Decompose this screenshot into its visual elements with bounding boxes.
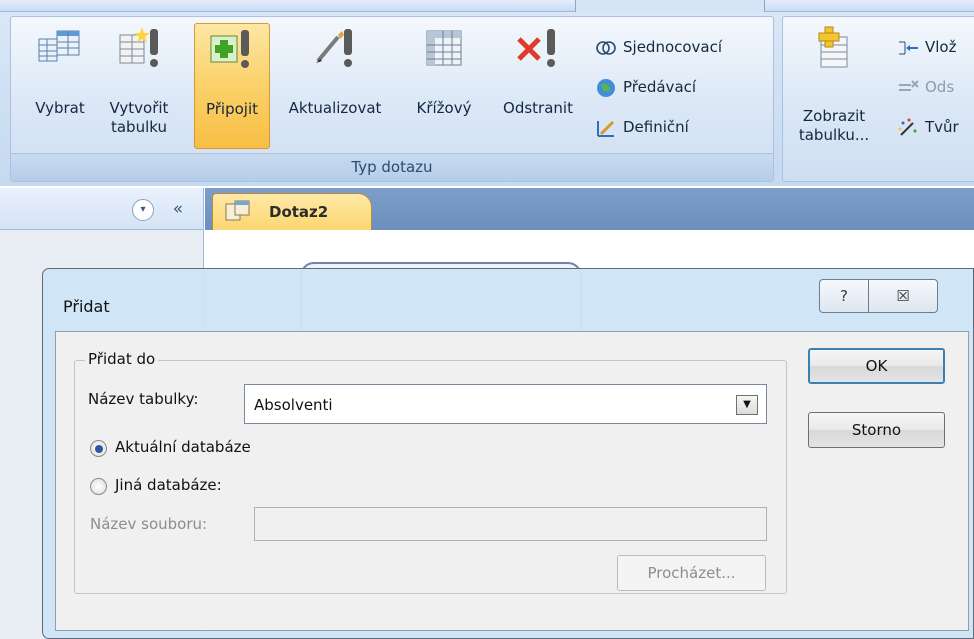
other-database-radio-dot[interactable] xyxy=(90,478,107,495)
passthrough-label: Předávací xyxy=(623,78,697,96)
make-table-query-label: Vytvořit tabulku xyxy=(103,99,175,137)
union-query-button[interactable]: Sjednocovací xyxy=(595,33,722,61)
ribbon-tab-strip xyxy=(0,0,974,12)
insert-rows-button[interactable]: Vlož xyxy=(897,33,956,61)
insert-rows-icon xyxy=(899,41,918,54)
delete-rows-button[interactable]: Ods xyxy=(897,73,954,101)
ribbon: Vybrat Vytvořit tabulku Připojit Aktuali… xyxy=(0,0,974,186)
query-tab-icon xyxy=(225,200,250,221)
make-table-label-line2: tabulku xyxy=(110,118,167,136)
crosstab-query-button[interactable]: Křížový xyxy=(401,23,487,143)
make-table-icon xyxy=(119,27,158,67)
current-database-radio-dot[interactable] xyxy=(90,440,107,457)
show-table-label: Zobrazit tabulku... xyxy=(791,107,877,145)
show-table-label-line2: tabulku... xyxy=(798,126,870,144)
show-table-icon xyxy=(818,26,848,68)
table-name-value: Absolventi xyxy=(254,396,333,414)
append-query-icon xyxy=(210,30,249,68)
tab-dotaz2[interactable]: Dotaz2 xyxy=(212,193,372,231)
passthrough-query-button[interactable]: Předávací xyxy=(595,73,696,101)
crosstab-query-icon xyxy=(426,30,462,66)
current-database-label: Aktuální databáze xyxy=(115,438,251,456)
nav-dropdown-icon[interactable]: ▾ xyxy=(132,199,154,221)
definition-query-button[interactable]: Definiční xyxy=(595,113,689,141)
append-to-legend: Přidat do xyxy=(85,350,159,368)
union-icon xyxy=(596,40,616,55)
show-table-label-line1: Zobrazit xyxy=(802,107,866,125)
select-query-button[interactable]: Vybrat xyxy=(21,23,99,143)
other-database-label: Jiná databáze: xyxy=(115,476,222,494)
help-icon[interactable]: ? xyxy=(819,279,869,313)
current-database-radio[interactable]: Aktuální databáze xyxy=(90,438,310,460)
file-name-field[interactable] xyxy=(254,507,767,541)
select-query-icon xyxy=(38,30,80,62)
append-query-label: Připojit xyxy=(205,100,259,118)
nav-collapse-icon[interactable]: « xyxy=(165,196,191,222)
tab-dotaz2-label: Dotaz2 xyxy=(269,203,329,221)
make-table-query-button[interactable]: Vytvořit tabulku xyxy=(103,23,175,143)
delete-query-label: Odstranit xyxy=(503,99,573,117)
query-type-group: Vybrat Vytvořit tabulku Připojit Aktuali… xyxy=(10,16,774,182)
query-setup-group: Zobrazit tabulku... Vlož Ods Tvůr xyxy=(782,16,974,182)
query-type-caption: Typ dotazu xyxy=(11,153,773,181)
update-query-icon xyxy=(316,29,352,67)
update-query-button[interactable]: Aktualizovat xyxy=(273,23,397,143)
other-database-radio[interactable]: Jiná databáze: xyxy=(90,476,310,498)
ok-button[interactable]: OK xyxy=(808,348,945,384)
builder-wand-icon xyxy=(898,118,917,136)
builder-label: Tvůr xyxy=(925,118,959,136)
select-query-label: Vybrat xyxy=(35,99,85,117)
cancel-button[interactable]: Storno xyxy=(808,412,945,448)
close-icon[interactable]: ☒ xyxy=(868,279,938,313)
crosstab-query-label: Křížový xyxy=(416,99,472,117)
update-query-label: Aktualizovat xyxy=(288,99,382,117)
delete-query-button[interactable]: Odstranit xyxy=(489,23,587,143)
show-table-button[interactable]: Zobrazit tabulku... xyxy=(791,23,877,145)
browse-button[interactable]: Procházet... xyxy=(617,555,766,591)
definition-label: Definiční xyxy=(623,118,689,136)
chevron-down-icon[interactable]: ▼ xyxy=(736,395,758,415)
builder-button[interactable]: Tvůr xyxy=(897,113,959,141)
delete-rows-label: Ods xyxy=(925,78,955,96)
file-name-label: Název souboru: xyxy=(90,515,208,533)
delete-rows-icon xyxy=(899,79,919,91)
union-label: Sjednocovací xyxy=(623,38,723,56)
dialog-title: Přidat xyxy=(63,297,110,316)
append-query-button[interactable]: Připojit xyxy=(194,23,270,149)
table-name-label: Název tabulky: xyxy=(88,390,199,408)
insert-rows-label: Vlož xyxy=(925,38,957,56)
table-name-combobox[interactable]: Absolventi ▼ xyxy=(244,384,767,424)
globe-icon xyxy=(597,78,615,97)
delete-query-icon xyxy=(517,29,555,67)
data-definition-icon xyxy=(597,120,615,137)
make-table-label-line1: Vytvořit xyxy=(109,99,169,117)
